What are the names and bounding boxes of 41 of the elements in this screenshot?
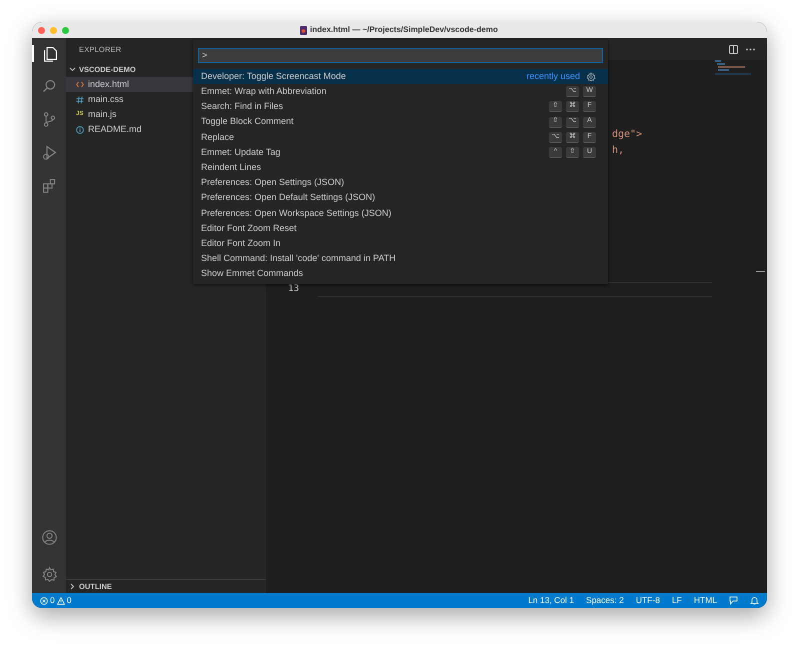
close-window-button[interactable] <box>38 26 45 34</box>
error-icon <box>40 596 48 604</box>
status-item[interactable]: HTML <box>694 594 717 607</box>
split-editor-icon[interactable] <box>729 44 738 54</box>
code-fragment: h, <box>612 146 626 156</box>
window-title: index.html — ~/Projects/SimpleDev/vscode-demo <box>310 24 498 36</box>
command-item[interactable]: Developer: Toggle Screencast Mode recently used <box>193 69 608 84</box>
account-icon[interactable] <box>40 529 58 546</box>
command-item[interactable]: Editor Font Zoom In <box>193 236 608 252</box>
feedback-icon[interactable] <box>729 596 738 605</box>
search-icon[interactable] <box>40 78 58 95</box>
status-item[interactable]: Ln 13, Col 1 <box>528 594 574 607</box>
command-item[interactable]: Shell Command: Install 'code' command in PATH <box>193 251 608 266</box>
code-brackets-icon <box>76 81 84 88</box>
recently-used-label: recently used <box>526 70 580 83</box>
scrollbar-marker <box>756 271 765 272</box>
settings-icon[interactable] <box>586 72 596 82</box>
minimap-drawing <box>715 60 751 76</box>
run-debug-icon[interactable] <box>40 144 58 161</box>
file-icon <box>300 26 307 34</box>
code-fragment: dge"> <box>612 130 642 140</box>
command-item[interactable]: Preferences: Open Default Settings (JSON) <box>193 190 608 206</box>
warning-icon <box>56 596 65 604</box>
command-item[interactable]: Show Emmet Commands <box>193 266 608 282</box>
problems-status[interactable]: 0 0 <box>40 594 72 607</box>
status-item[interactable]: UTF-8 <box>636 594 660 607</box>
files-icon[interactable] <box>42 45 58 62</box>
bell-icon[interactable] <box>750 596 759 605</box>
command-item[interactable]: Editor Font Zoom Reset <box>193 220 608 236</box>
command-item[interactable]: Reindent Lines <box>193 160 608 176</box>
more-actions-icon[interactable] <box>746 48 755 50</box>
info-icon <box>76 126 84 134</box>
extensions-icon[interactable] <box>40 177 58 194</box>
status-item[interactable]: Spaces: 2 <box>586 594 624 607</box>
command-item[interactable]: Preferences: Open Settings (JSON) <box>193 175 608 190</box>
status-item[interactable]: LF <box>672 594 682 607</box>
line-number: 13 <box>287 282 299 296</box>
settings-icon[interactable] <box>40 566 58 583</box>
command-input-field[interactable]: > <box>198 48 603 62</box>
hash-icon <box>76 96 84 104</box>
command-item[interactable]: Preferences: Open Workspace Settings (JSON) <box>193 206 608 221</box>
